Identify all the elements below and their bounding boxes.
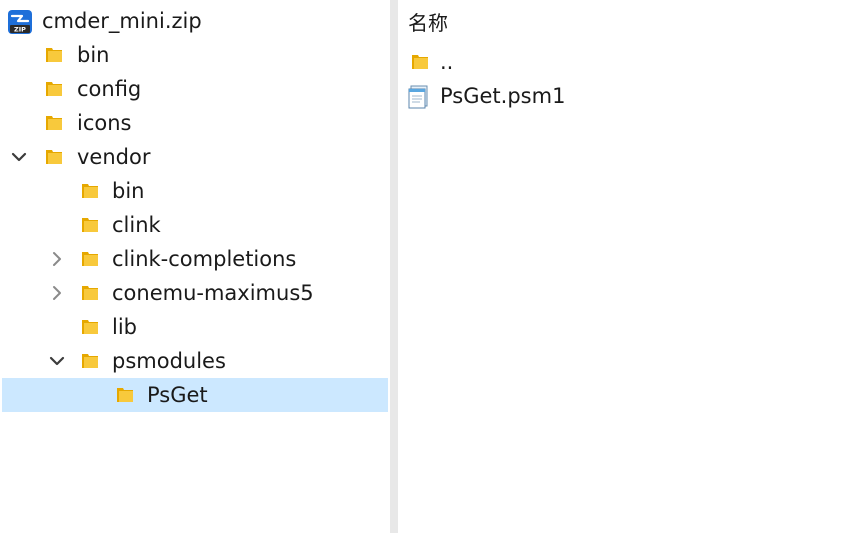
folder-icon	[80, 215, 100, 235]
folder-icon	[44, 113, 64, 133]
tree-item-label: clink	[112, 213, 161, 237]
tree-item-vendor-bin[interactable]: bin	[2, 174, 388, 208]
folder-icon	[44, 79, 64, 99]
column-header-name[interactable]: 名称	[408, 6, 448, 40]
chevron-right-icon[interactable]	[48, 242, 66, 276]
archive-explorer-window: ZIP cmder_mini.zip bin config icons vend…	[0, 0, 862, 533]
tree-item-label: lib	[112, 315, 137, 339]
tree-item-label: psmodules	[112, 349, 226, 373]
folder-icon	[80, 283, 100, 303]
tree-item-vendor[interactable]: vendor	[2, 140, 388, 174]
tree-item-clink-completions[interactable]: clink-completions	[2, 242, 388, 276]
list-item-label: ..	[440, 50, 454, 74]
tree-item-psget[interactable]: PsGet	[2, 378, 388, 412]
folder-icon	[410, 52, 430, 72]
tree-root-label: cmder_mini.zip	[42, 9, 202, 33]
tree-item-conemu-maximus5[interactable]: conemu-maximus5	[2, 276, 388, 310]
list-item-parent[interactable]: ..	[406, 45, 846, 79]
tree-item-clink[interactable]: clink	[2, 208, 388, 242]
tree-item-label: bin	[112, 179, 145, 203]
chevron-down-icon[interactable]	[10, 140, 28, 174]
tree-item-config[interactable]: config	[2, 72, 388, 106]
tree-item-label: vendor	[77, 145, 151, 169]
folder-icon	[80, 317, 100, 337]
folder-icon	[80, 181, 100, 201]
folder-icon	[115, 385, 135, 405]
list-item-psget-psm1[interactable]: PsGet.psm1	[406, 79, 846, 113]
notepad-file-icon	[406, 83, 432, 109]
folder-icon	[80, 351, 100, 371]
folder-icon	[44, 147, 64, 167]
tree-item-label: PsGet	[147, 383, 208, 407]
folder-icon	[44, 45, 64, 65]
tree-item-lib[interactable]: lib	[2, 310, 388, 344]
tree-item-psmodules[interactable]: psmodules	[2, 344, 388, 378]
tree-item-label: config	[77, 77, 142, 101]
folder-tree-pane[interactable]: ZIP cmder_mini.zip bin config icons vend…	[0, 0, 390, 533]
chevron-down-icon[interactable]	[48, 344, 66, 378]
zip-archive-icon: ZIP	[6, 8, 34, 36]
tree-item-label: conemu-maximus5	[112, 281, 314, 305]
tree-item-label: bin	[77, 43, 110, 67]
tree-item-icons[interactable]: icons	[2, 106, 388, 140]
tree-item-label: icons	[77, 111, 132, 135]
folder-icon	[80, 249, 100, 269]
chevron-right-icon[interactable]	[48, 276, 66, 310]
file-list-pane[interactable]: 名称 .. PsGet.psm1	[398, 0, 862, 533]
pane-splitter[interactable]	[390, 0, 398, 533]
tree-root-zip[interactable]: ZIP cmder_mini.zip	[2, 4, 388, 38]
tree-item-label: clink-completions	[112, 247, 297, 271]
list-item-label: PsGet.psm1	[440, 84, 566, 108]
tree-item-bin[interactable]: bin	[2, 38, 388, 72]
svg-text:ZIP: ZIP	[14, 26, 26, 34]
